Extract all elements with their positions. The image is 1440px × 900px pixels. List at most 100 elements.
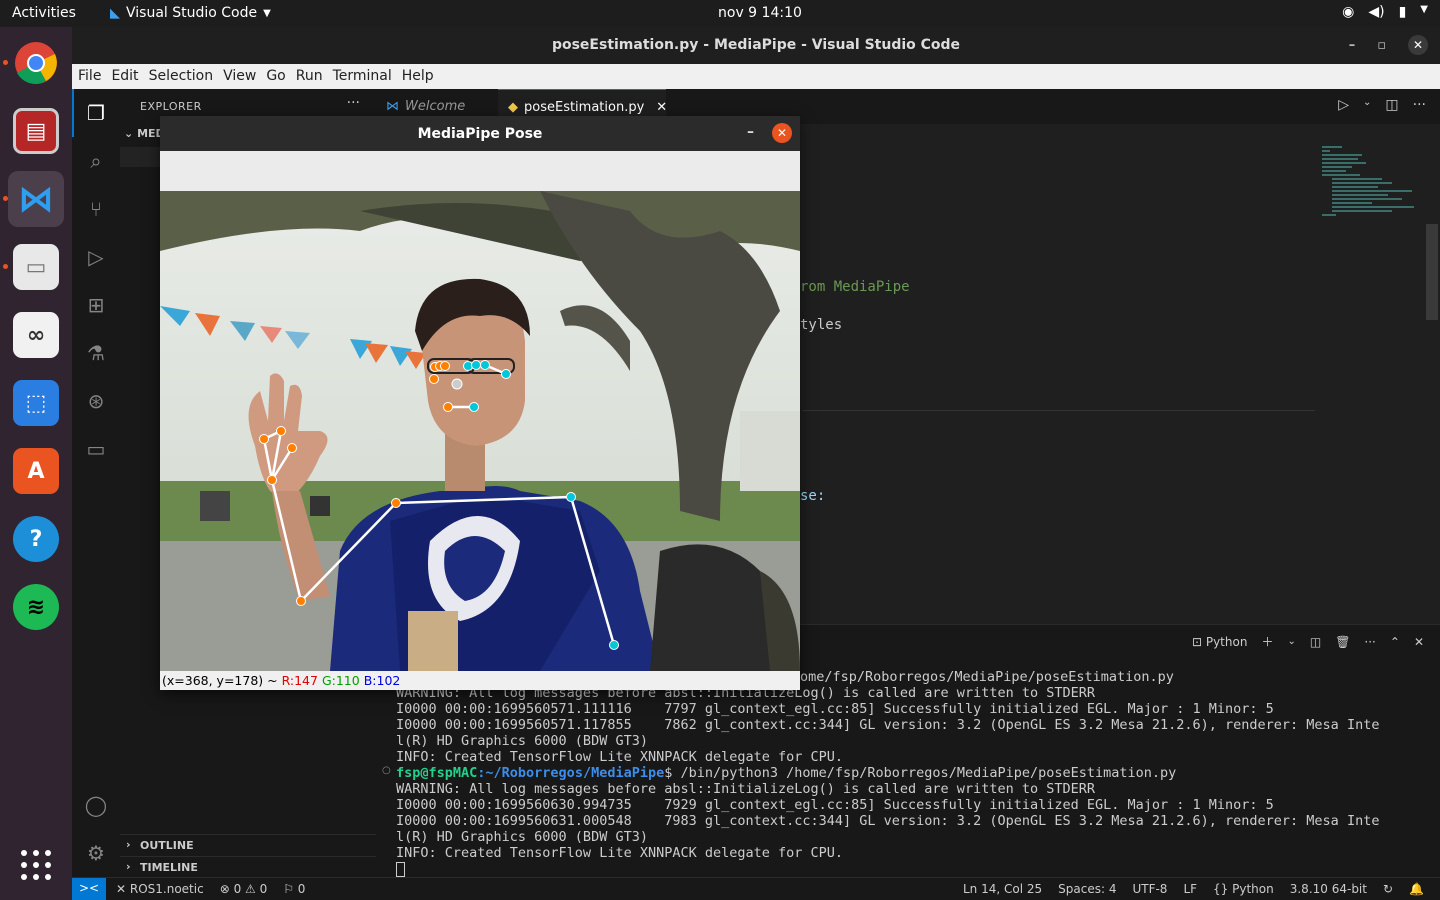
explorer-icon[interactable]: ❐ — [82, 99, 110, 127]
terminal-line: WARNING: All log messages before absl::I… — [396, 781, 1095, 797]
document-viewer-icon: ∞ — [13, 312, 59, 358]
outline-section[interactable]: › OUTLINE — [120, 834, 376, 856]
menu-selection[interactable]: Selection — [149, 64, 220, 89]
extensions-icon[interactable]: ⊞ — [82, 291, 110, 319]
terminal-launcher[interactable]: ▤ — [8, 103, 64, 159]
menu-edit[interactable]: Edit — [111, 64, 144, 89]
settings-gear-icon[interactable]: ⚙ — [82, 839, 110, 867]
battery-icon: ▮ — [1398, 4, 1407, 20]
minimize-button[interactable]: – — [1349, 38, 1356, 53]
menu-view[interactable]: View — [223, 64, 262, 89]
testing-icon[interactable]: ⚗ — [82, 339, 110, 367]
app-menu[interactable]: ◣ Visual Studio Code ▼ — [110, 5, 271, 21]
vscode-icon: ⋈ — [386, 99, 399, 114]
interpreter-status[interactable]: 3.8.10 64-bit — [1290, 882, 1367, 896]
sync-icon[interactable]: ↻ — [1383, 882, 1393, 896]
more-actions-icon[interactable]: ··· — [1413, 97, 1426, 113]
help-icon: ? — [13, 516, 59, 562]
encoding-status[interactable]: UTF-8 — [1132, 882, 1167, 896]
terminal-line: I0000 00:00:1699560631.000548 7983 gl_co… — [396, 813, 1380, 829]
screenshot-launcher[interactable]: ⬚ — [8, 375, 64, 431]
terminal-output[interactable]: ome/fsp/Roborregos/MediaPipe/poseEstimat… — [396, 669, 1379, 877]
chevron-right-icon: › — [126, 860, 131, 873]
run-python-file-icon[interactable]: ▷ — [1338, 97, 1349, 113]
close-button[interactable]: ✕ — [1408, 35, 1428, 55]
software-store-icon: A — [13, 448, 59, 494]
menu-help[interactable]: Help — [402, 64, 440, 89]
status-bar: >< ✕ ROS1.noetic ⊗ 0 ⚠ 0 ⚐ 0 Ln 14, Col … — [72, 877, 1440, 900]
terminal-line: INFO: Created TensorFlow Lite XNNPACK de… — [396, 749, 844, 765]
editor-scrollbar[interactable] — [1426, 224, 1438, 320]
menu-run[interactable]: Run — [296, 64, 329, 89]
maximize-panel-icon[interactable]: ⌃ — [1390, 635, 1400, 649]
menu-file[interactable]: File — [78, 64, 107, 89]
window-title: poseEstimation.py - MediaPipe - Visual S… — [551, 37, 961, 53]
new-terminal-icon[interactable]: ＋ — [1261, 633, 1273, 650]
ports-status[interactable]: ⚐ 0 — [283, 882, 305, 896]
wifi-icon: ◉ — [1342, 4, 1355, 20]
volume-icon: ◀) — [1368, 4, 1385, 20]
problems-status[interactable]: ⊗ 0 ⚠ 0 — [220, 882, 268, 896]
line-divider — [802, 410, 1315, 411]
chevron-down-icon[interactable]: ⌄ — [1287, 636, 1295, 647]
system-tray[interactable]: ◉ ◀) ▮ ▼ — [1342, 4, 1428, 20]
remote-explorer-icon[interactable]: ▭ — [82, 435, 110, 463]
cursor-position[interactable]: Ln 14, Col 25 — [963, 882, 1042, 896]
chevron-down-icon: ⌄ — [124, 127, 134, 140]
chevron-down-icon[interactable]: ⌄ — [1363, 97, 1371, 113]
terminal-cursor-line — [396, 861, 1379, 877]
show-apps-button[interactable] — [8, 837, 64, 893]
run-debug-icon[interactable]: ▷ — [82, 243, 110, 271]
activities-button[interactable]: Activities — [12, 5, 76, 21]
remote-indicator[interactable]: >< — [72, 878, 106, 900]
trash-icon[interactable]: 🗑 — [1335, 635, 1350, 649]
terminal-shell-tab[interactable]: ⊡ Python — [1192, 635, 1248, 649]
tab-label: Welcome — [405, 99, 466, 114]
terminal-app-icon: ▤ — [13, 108, 59, 154]
search-icon[interactable]: ⌕ — [82, 147, 110, 175]
desktop: Activities ◣ Visual Studio Code ▼ nov 9 … — [0, 0, 1440, 900]
code-fragment: se: — [800, 488, 826, 504]
help-launcher[interactable]: ? — [8, 511, 64, 567]
software-launcher[interactable]: A — [8, 443, 64, 499]
prompt-user: fsp@fspMAC — [396, 765, 478, 781]
git-graph-icon[interactable]: ⊛ — [82, 387, 110, 415]
account-icon[interactable]: ◯ — [82, 791, 110, 819]
terminal-line: l(R) HD Graphics 6000 (BDW GT3) — [396, 829, 648, 845]
language-mode-label: Python — [1232, 882, 1274, 896]
more-actions-icon[interactable]: ··· — [347, 95, 360, 111]
chevron-right-icon: › — [126, 838, 131, 851]
terminal-icon: ⊡ — [1191, 634, 1202, 649]
indentation-status[interactable]: Spaces: 4 — [1058, 882, 1116, 896]
notifications-bell-icon[interactable]: 🔔 — [1409, 882, 1424, 896]
source-control-icon[interactable]: ⑂ — [82, 195, 110, 223]
camera-frame[interactable] — [160, 191, 800, 671]
workspace-status-label: ROS1.noetic — [129, 882, 204, 896]
chevron-down-icon: ▼ — [263, 7, 271, 19]
eol-status[interactable]: LF — [1183, 882, 1197, 896]
minimap[interactable] — [1322, 146, 1418, 236]
close-button[interactable]: ✕ — [772, 123, 792, 143]
files-launcher[interactable]: ▭ — [8, 239, 64, 295]
terminal-line: l(R) HD Graphics 6000 (BDW GT3) — [396, 733, 648, 749]
close-tab-icon[interactable]: ✕ — [656, 100, 667, 115]
prompt-command: $ /bin/python3 /home/fsp/Roborregos/Medi… — [664, 765, 1177, 781]
minimize-button[interactable]: – — [747, 124, 754, 140]
close-panel-icon[interactable]: ✕ — [1414, 635, 1424, 649]
spotify-icon: ≋ — [13, 584, 59, 630]
menu-go[interactable]: Go — [266, 64, 291, 89]
vscode-launcher[interactable]: ⋈ — [8, 171, 64, 227]
timeline-section[interactable]: › TIMELINE — [120, 856, 376, 878]
split-editor-icon[interactable]: ◫ — [1385, 97, 1398, 113]
menu-terminal[interactable]: Terminal — [333, 64, 398, 89]
document-viewer-launcher[interactable]: ∞ — [8, 307, 64, 363]
maximize-button[interactable]: ▫ — [1377, 38, 1386, 53]
spotify-launcher[interactable]: ≋ — [8, 579, 64, 635]
pixel-green: G:110 — [321, 673, 360, 688]
split-terminal-icon[interactable]: ◫ — [1310, 635, 1321, 649]
workspace-status[interactable]: ✕ ROS1.noetic — [116, 882, 204, 896]
more-actions-icon[interactable]: ··· — [1364, 635, 1375, 649]
chrome-launcher[interactable] — [8, 35, 64, 91]
clock[interactable]: nov 9 14:10 — [718, 5, 802, 21]
language-mode[interactable]: {} Python — [1213, 882, 1274, 896]
